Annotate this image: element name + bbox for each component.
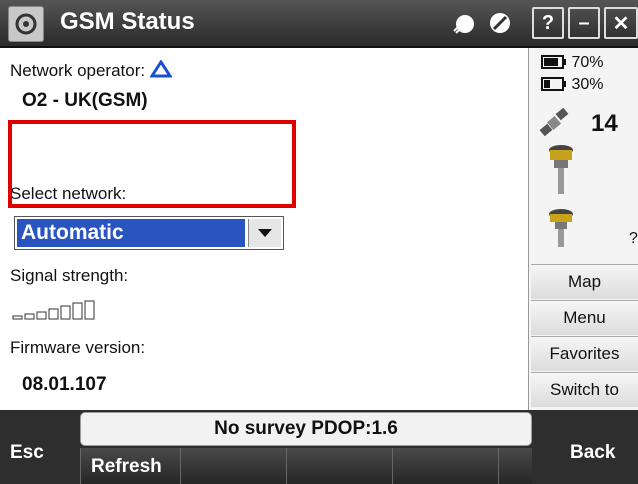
battery-2-value: 30%: [571, 76, 604, 93]
battery-1-value: 70%: [571, 54, 604, 71]
battery-1: 70%: [541, 54, 638, 74]
switch-to-button[interactable]: Switch to: [531, 372, 638, 407]
close-button[interactable]: ✕: [604, 7, 638, 39]
map-button[interactable]: Map: [531, 264, 638, 299]
gear-icon[interactable]: [8, 6, 44, 42]
softkey-blank-1[interactable]: [180, 448, 286, 484]
satellite-count: 14: [591, 110, 618, 137]
refresh-label: Refresh: [91, 456, 162, 477]
satellite-toggle-icon[interactable]: [448, 7, 480, 39]
title-bar: GSM Status ? – ✕: [0, 0, 638, 48]
network-operator-label: Network operator:: [10, 59, 173, 81]
battery-2: 30%: [541, 76, 638, 96]
receiver-2-icon: [547, 208, 575, 253]
firmware-version-label: Firmware version:: [10, 338, 146, 357]
refresh-button[interactable]: Refresh: [80, 448, 180, 484]
softkey-blank-4[interactable]: [498, 448, 532, 484]
signal-strength-icon: [12, 300, 112, 325]
back-button[interactable]: Back: [570, 442, 615, 464]
select-network-value[interactable]: Automatic: [17, 219, 245, 247]
bottom-bar: No survey PDOP:1.6 Esc Refresh Back: [0, 410, 638, 484]
receiver-2-status: ?: [629, 230, 638, 247]
network-operator-value: O2 - UK(GSM): [22, 90, 148, 111]
menu-button[interactable]: Menu: [531, 300, 638, 335]
help-button[interactable]: ?: [532, 7, 564, 39]
softkey-blank-3[interactable]: [392, 448, 498, 484]
select-network-label: Select network:: [10, 184, 127, 203]
window-title: GSM Status: [60, 8, 195, 35]
softkey-blank-2[interactable]: [286, 448, 392, 484]
main-panel: Network operator: O2 - UK(GSM) Select ne…: [0, 48, 529, 410]
select-network-dropdown[interactable]: Automatic: [14, 216, 284, 250]
receiver-icon: [547, 144, 575, 201]
battery-icon: [541, 77, 566, 91]
no-entry-icon[interactable]: [484, 7, 516, 39]
survey-status: No survey PDOP:1.6: [80, 412, 532, 446]
satellite-icon: [537, 106, 573, 145]
battery-icon: [541, 55, 566, 69]
chevron-down-icon[interactable]: [248, 219, 281, 247]
status-side-panel: 70% 30% 14 ? Map Menu Favorites Switch t…: [529, 48, 638, 410]
triangle-icon: [149, 59, 173, 78]
minimize-button[interactable]: –: [568, 7, 600, 39]
esc-button[interactable]: Esc: [10, 442, 44, 464]
firmware-version-value: 08.01.107: [22, 374, 107, 395]
favorites-button[interactable]: Favorites: [531, 336, 638, 371]
signal-strength-label: Signal strength:: [10, 266, 129, 285]
